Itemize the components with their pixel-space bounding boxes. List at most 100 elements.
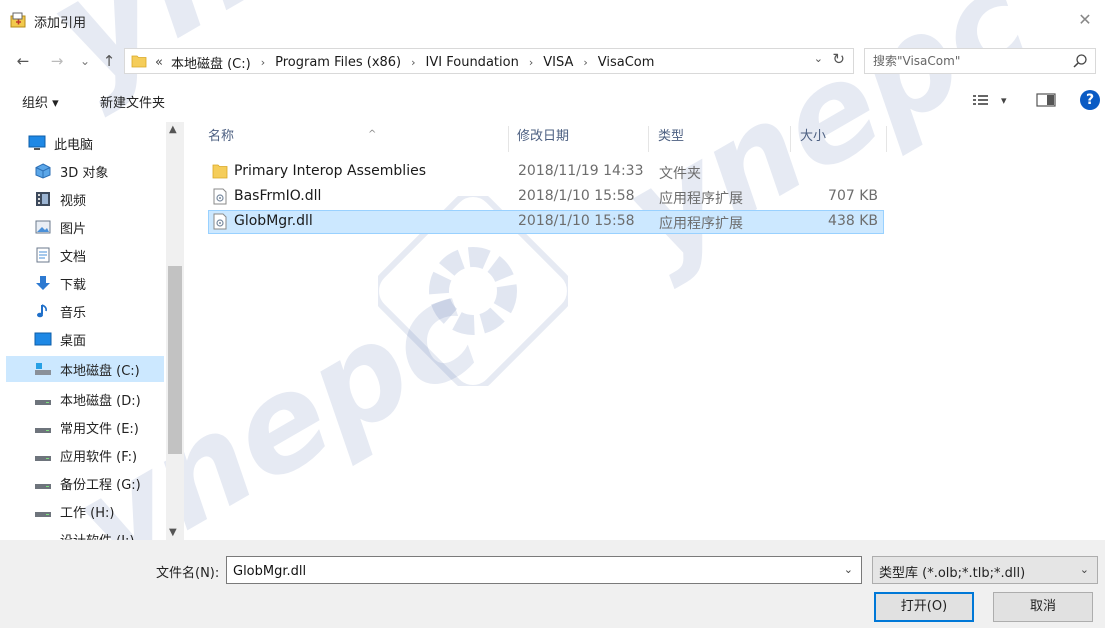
dialog-footer: 文件名(N): ⌄ 类型库 (*.olb;*.tlb;*.dll) ⌄ 打开(O… (0, 540, 1105, 628)
filename-combobox[interactable]: ⌄ (226, 556, 862, 584)
breadcrumb-separator-icon[interactable]: › (529, 56, 533, 69)
sidebar-item-3d-objects[interactable]: 3D 对象 (6, 158, 164, 184)
search-input[interactable] (873, 52, 1063, 70)
column-header-modified[interactable]: 修改日期 (517, 122, 569, 152)
sidebar-item-music[interactable]: 音乐 (6, 298, 164, 324)
file-modified: 2018/1/10 15:58 (518, 188, 635, 204)
close-icon: ✕ (1078, 10, 1092, 29)
navigation-pane: 此电脑 3D 对象 视频 图片 文档 下载 音乐 桌面 本地磁盘 (C:) 本地… (0, 122, 185, 540)
filename-input[interactable] (233, 562, 813, 580)
sidebar-item-drive-c[interactable]: 本地磁盘 (C:) (6, 356, 164, 382)
folder-icon (212, 164, 228, 179)
sidebar-item-label: 本地磁盘 (C:) (60, 363, 140, 379)
details-view-icon (973, 95, 988, 105)
new-folder-button[interactable]: 新建文件夹 (100, 92, 165, 111)
sidebar-item-desktop[interactable]: 桌面 (6, 326, 164, 352)
file-size: 438 KB (828, 213, 878, 229)
sidebar-item-label: 备份工程 (G:) (60, 477, 141, 493)
file-row-basfrmio-dll[interactable]: BasFrmIO.dll 2018/1/10 15:58 应用程序扩展 707 … (208, 185, 884, 209)
sidebar-item-this-pc[interactable]: 此电脑 (6, 130, 164, 156)
up-button[interactable]: ↑ (98, 50, 120, 72)
help-icon: ? (1085, 92, 1095, 108)
file-list: 名称 ^ 修改日期 类型 大小 Primary Interop Assembli… (190, 122, 1105, 540)
cube-icon (35, 163, 51, 179)
address-bar[interactable]: « 本地磁盘 (C:) › Program Files (x86) › IVI … (124, 48, 854, 74)
scroll-up-icon[interactable]: ▲ (169, 124, 177, 135)
sidebar-item-pictures[interactable]: 图片 (6, 214, 164, 240)
column-header-type[interactable]: 类型 (658, 122, 684, 152)
preview-pane-button[interactable] (1036, 92, 1056, 112)
sidebar-item-drive-e[interactable]: 常用文件 (E:) (6, 414, 164, 440)
filetype-select[interactable]: 类型库 (*.olb;*.tlb;*.dll) ⌄ (872, 556, 1098, 584)
breadcrumb-separator-icon[interactable]: › (411, 56, 415, 69)
window-title: 添加引用 (34, 16, 87, 31)
sidebar-item-drive-d[interactable]: 本地磁盘 (D:) (6, 386, 164, 412)
add-reference-icon (10, 12, 26, 28)
recent-locations-button[interactable]: ⌄ (74, 50, 96, 72)
breadcrumb-item[interactable]: Program Files (x86) (275, 55, 401, 70)
drive-icon (34, 531, 52, 540)
scroll-down-icon[interactable]: ▼ (169, 527, 177, 538)
scrollbar-thumb[interactable] (168, 266, 182, 454)
cancel-button[interactable]: 取消 (993, 592, 1093, 622)
file-size: 707 KB (828, 188, 878, 204)
sidebar-item-drive-i[interactable]: 设计软件 (I:) (6, 526, 164, 541)
sidebar-item-label: 视频 (60, 193, 87, 209)
desktop-icon (34, 332, 52, 346)
column-divider[interactable] (508, 126, 509, 152)
filename-label: 文件名(N): (156, 566, 220, 581)
breadcrumb-overflow-icon[interactable]: « (155, 55, 163, 70)
sort-ascending-icon: ^ (368, 129, 377, 140)
breadcrumb-item[interactable]: VisaCom (598, 55, 655, 70)
sidebar-item-videos[interactable]: 视频 (6, 186, 164, 212)
column-header-name[interactable]: 名称 ^ (208, 122, 498, 152)
search-icon[interactable] (1071, 52, 1089, 70)
sidebar-item-label: 应用软件 (F:) (60, 449, 138, 465)
sidebar-item-label: 图片 (60, 221, 87, 237)
column-divider[interactable] (790, 126, 791, 152)
file-name: Primary Interop Assemblies (234, 163, 426, 179)
address-history-dropdown-icon[interactable]: ⌄ (814, 52, 823, 65)
file-name: BasFrmIO.dll (234, 188, 322, 204)
chevron-down-icon[interactable]: ⌄ (1080, 563, 1089, 576)
sidebar-item-downloads[interactable]: 下载 (6, 270, 164, 296)
help-button[interactable]: ? (1080, 90, 1100, 110)
sidebar-item-label: 工作 (H:) (60, 505, 115, 521)
address-row: ← → ⌄ ↑ « 本地磁盘 (C:) › Program Files (x86… (0, 44, 1105, 78)
sidebar-item-label: 桌面 (60, 333, 87, 349)
breadcrumb-separator-icon[interactable]: › (583, 56, 587, 69)
back-button[interactable]: ← (12, 50, 34, 72)
column-divider[interactable] (648, 126, 649, 152)
breadcrumb-separator-icon[interactable]: › (261, 56, 265, 69)
forward-arrow-icon: → (50, 52, 64, 70)
sidebar-item-documents[interactable]: 文档 (6, 242, 164, 268)
file-row-globmgr-dll[interactable]: GlobMgr.dll 2018/1/10 15:58 应用程序扩展 438 K… (208, 210, 884, 234)
search-box[interactable] (864, 48, 1096, 74)
sidebar-item-drive-h[interactable]: 工作 (H:) (6, 498, 164, 524)
close-button[interactable]: ✕ (1073, 8, 1097, 32)
sidebar-item-label: 设计软件 (I:) (60, 530, 135, 541)
refresh-icon[interactable]: ↻ (832, 50, 845, 68)
forward-button[interactable]: → (46, 50, 68, 72)
column-header-label: 名称 (208, 129, 235, 144)
sidebar-item-drive-g[interactable]: 备份工程 (G:) (6, 470, 164, 496)
drive-icon (35, 428, 51, 433)
file-type: 应用程序扩展 (659, 216, 743, 232)
organize-menu-button[interactable]: 组织 ▾ (22, 92, 59, 111)
file-row-primary-interop-assemblies[interactable]: Primary Interop Assemblies 2018/11/19 14… (208, 160, 884, 184)
chevron-down-icon[interactable]: ⌄ (844, 563, 853, 576)
open-button[interactable]: 打开(O) (874, 592, 974, 622)
column-divider[interactable] (886, 126, 887, 152)
drive-icon (35, 512, 51, 517)
column-header-size[interactable]: 大小 (800, 122, 826, 152)
navigation-scrollbar[interactable]: ▲ ▼ (166, 122, 184, 540)
drive-c-icon (35, 363, 51, 375)
drive-icon (35, 400, 51, 405)
breadcrumb-item[interactable]: IVI Foundation (426, 55, 519, 70)
sidebar-item-drive-f[interactable]: 应用软件 (F:) (6, 442, 164, 468)
breadcrumb-item[interactable]: 本地磁盘 (C:) (171, 53, 251, 72)
breadcrumb-item[interactable]: VISA (543, 55, 573, 70)
change-view-button[interactable] (972, 92, 990, 112)
view-options-chevron-icon[interactable]: ▾ (1001, 94, 1007, 107)
title-bar: 添加引用 ✕ (0, 0, 1105, 40)
